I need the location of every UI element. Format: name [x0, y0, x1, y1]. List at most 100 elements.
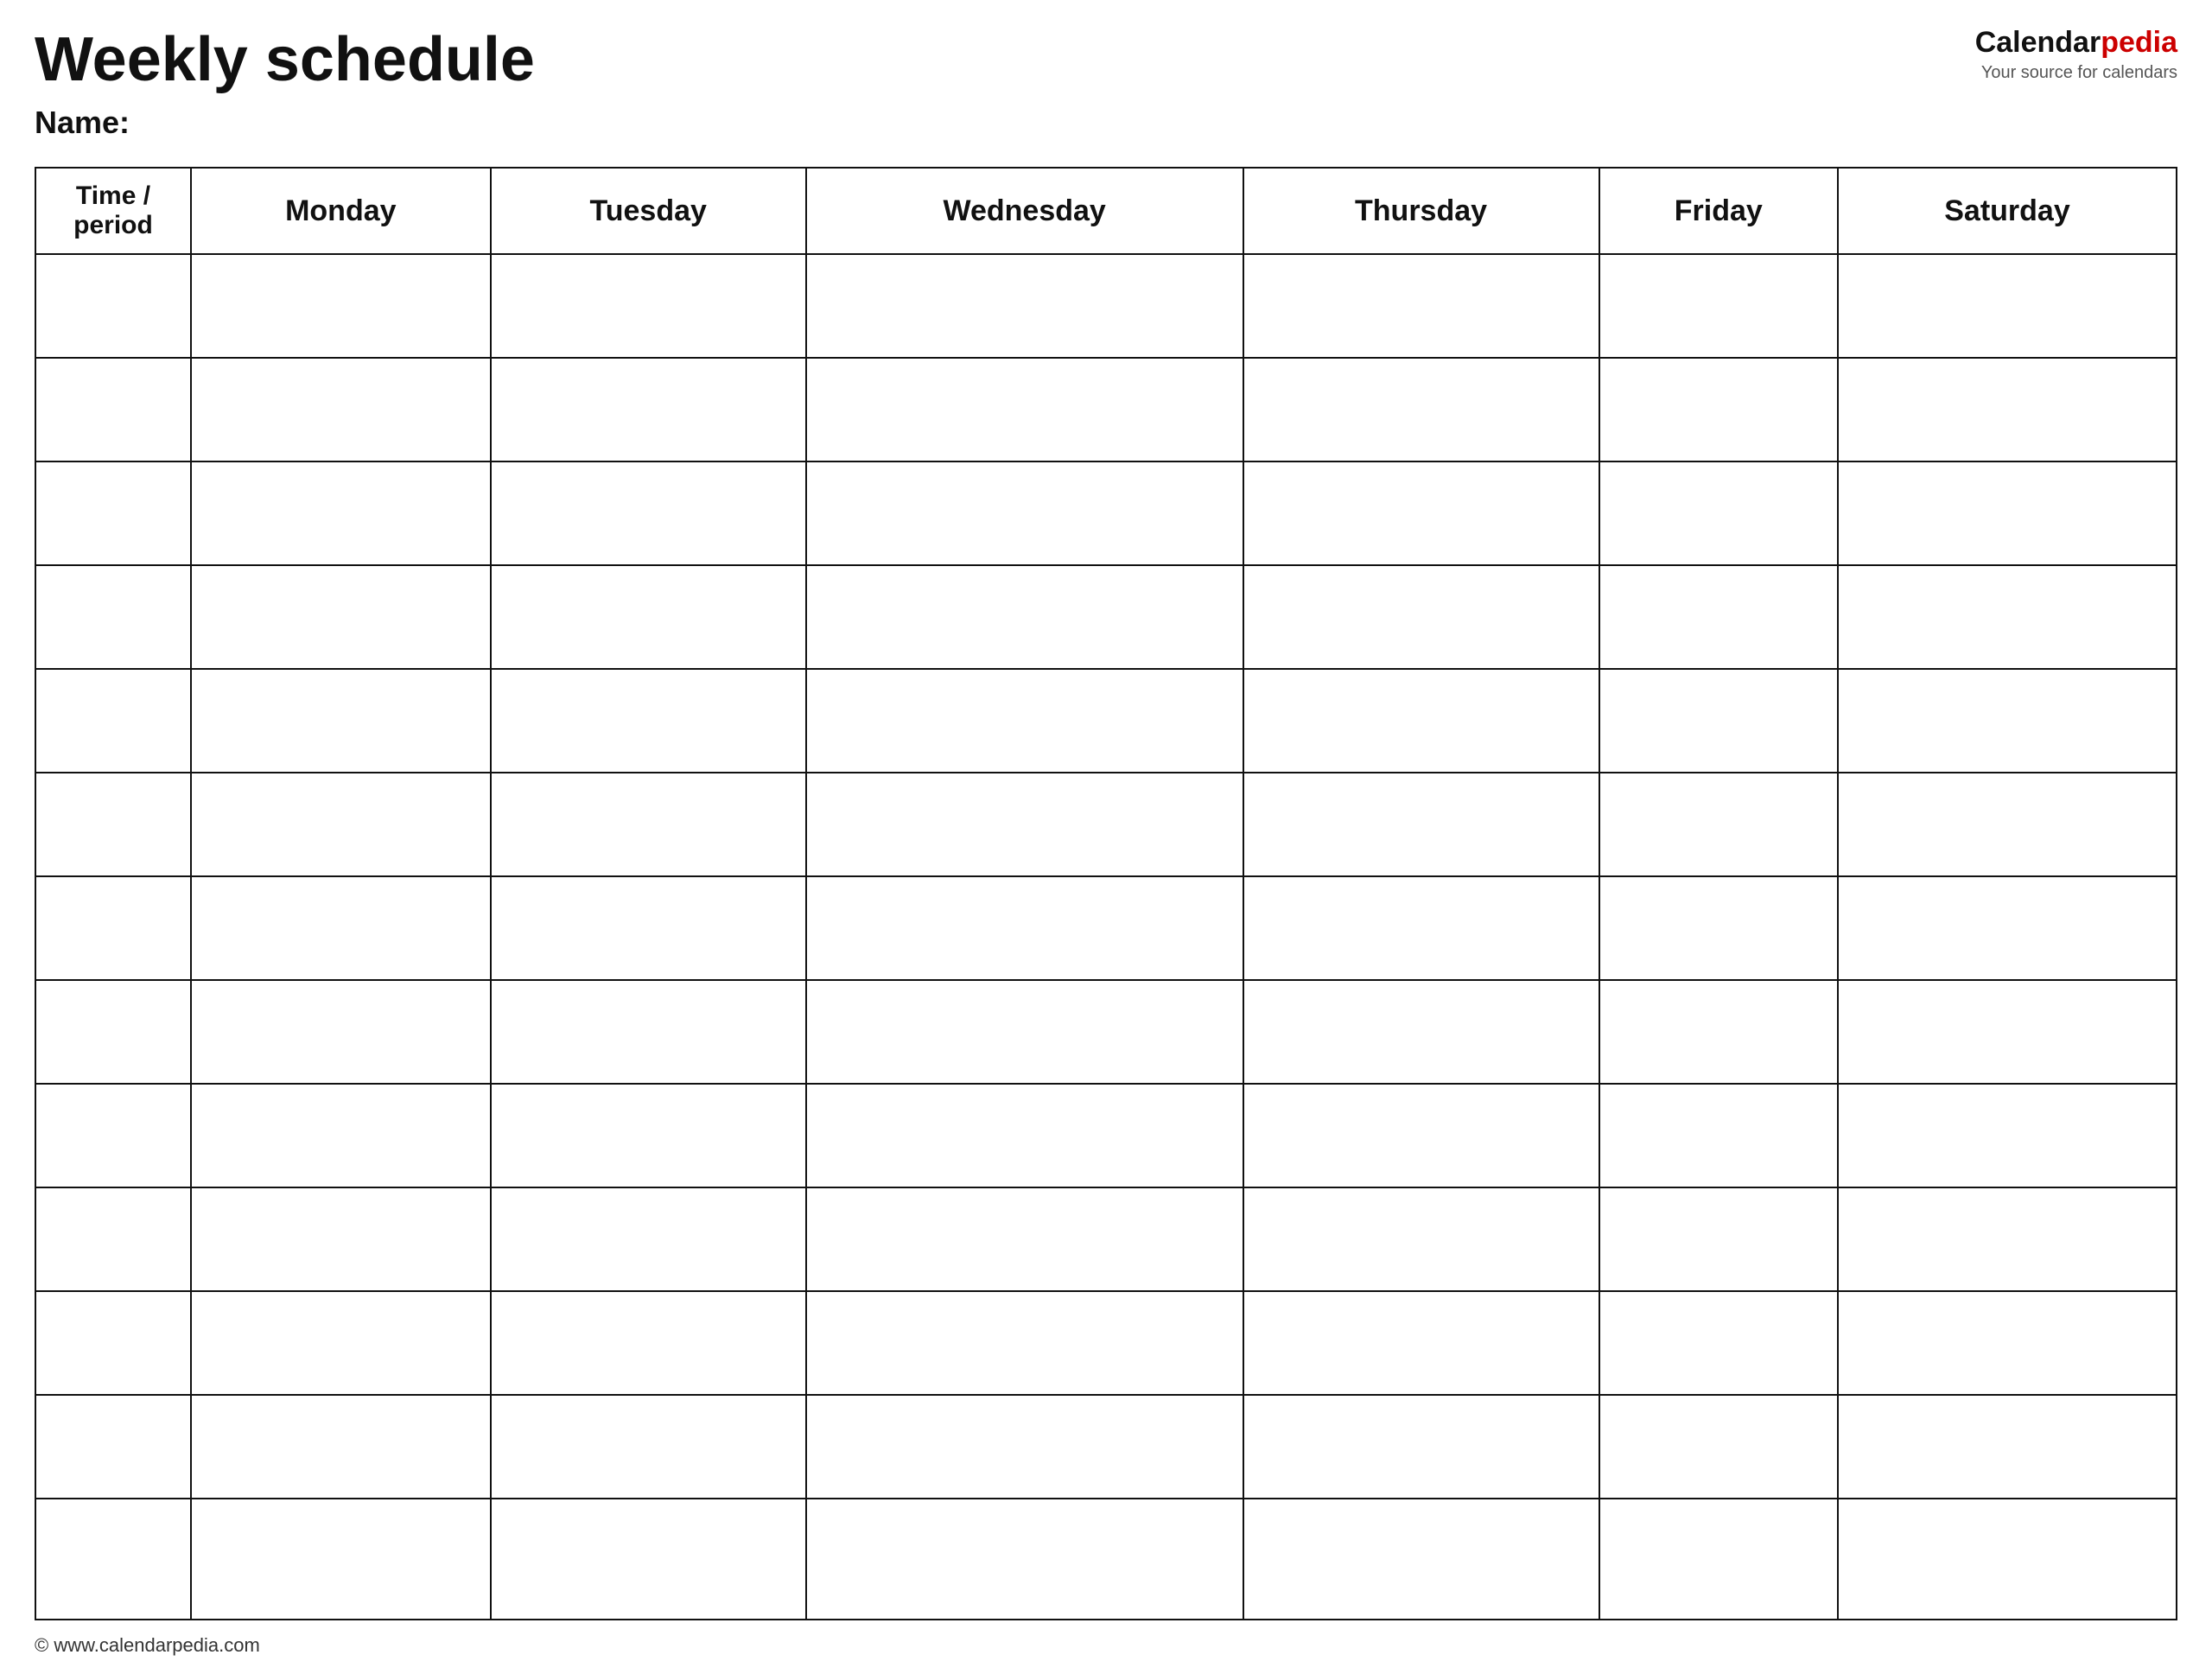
schedule-cell[interactable] [191, 254, 491, 358]
schedule-cell[interactable] [806, 773, 1243, 876]
table-row[interactable] [35, 1291, 2177, 1395]
schedule-cell[interactable] [1838, 565, 2177, 669]
time-cell[interactable] [35, 358, 191, 461]
schedule-cell[interactable] [1243, 669, 1599, 773]
schedule-cell[interactable] [1599, 1499, 1838, 1620]
schedule-cell[interactable] [191, 1395, 491, 1499]
schedule-cell[interactable] [191, 876, 491, 980]
table-row[interactable] [35, 1499, 2177, 1620]
table-row[interactable] [35, 876, 2177, 980]
time-cell[interactable] [35, 1084, 191, 1187]
schedule-cell[interactable] [806, 1291, 1243, 1395]
schedule-cell[interactable] [806, 876, 1243, 980]
schedule-cell[interactable] [806, 1084, 1243, 1187]
schedule-cell[interactable] [491, 1395, 806, 1499]
schedule-cell[interactable] [806, 669, 1243, 773]
schedule-cell[interactable] [1838, 773, 2177, 876]
time-cell[interactable] [35, 565, 191, 669]
table-row[interactable] [35, 254, 2177, 358]
schedule-cell[interactable] [191, 461, 491, 565]
schedule-cell[interactable] [491, 1084, 806, 1187]
schedule-cell[interactable] [191, 980, 491, 1084]
schedule-cell[interactable] [1243, 358, 1599, 461]
schedule-cell[interactable] [1243, 1291, 1599, 1395]
time-cell[interactable] [35, 461, 191, 565]
time-cell[interactable] [35, 1187, 191, 1291]
schedule-cell[interactable] [1599, 461, 1838, 565]
time-cell[interactable] [35, 254, 191, 358]
schedule-cell[interactable] [1599, 1187, 1838, 1291]
schedule-cell[interactable] [1599, 1291, 1838, 1395]
time-cell[interactable] [35, 980, 191, 1084]
schedule-cell[interactable] [191, 565, 491, 669]
table-row[interactable] [35, 773, 2177, 876]
schedule-cell[interactable] [1838, 669, 2177, 773]
schedule-cell[interactable] [491, 773, 806, 876]
schedule-cell[interactable] [806, 461, 1243, 565]
schedule-cell[interactable] [806, 1395, 1243, 1499]
schedule-cell[interactable] [1243, 773, 1599, 876]
schedule-cell[interactable] [1243, 1499, 1599, 1620]
schedule-cell[interactable] [491, 254, 806, 358]
schedule-cell[interactable] [806, 1187, 1243, 1291]
schedule-cell[interactable] [491, 1499, 806, 1620]
table-row[interactable] [35, 461, 2177, 565]
schedule-cell[interactable] [191, 1291, 491, 1395]
schedule-cell[interactable] [1838, 1084, 2177, 1187]
time-cell[interactable] [35, 773, 191, 876]
schedule-cell[interactable] [1838, 1187, 2177, 1291]
schedule-cell[interactable] [1838, 1395, 2177, 1499]
schedule-cell[interactable] [1599, 773, 1838, 876]
schedule-cell[interactable] [491, 565, 806, 669]
schedule-cell[interactable] [491, 1187, 806, 1291]
schedule-cell[interactable] [191, 1499, 491, 1620]
schedule-cell[interactable] [1243, 980, 1599, 1084]
schedule-cell[interactable] [1599, 980, 1838, 1084]
schedule-cell[interactable] [191, 669, 491, 773]
time-cell[interactable] [35, 1395, 191, 1499]
schedule-cell[interactable] [1838, 1499, 2177, 1620]
schedule-cell[interactable] [491, 669, 806, 773]
table-row[interactable] [35, 1084, 2177, 1187]
schedule-cell[interactable] [806, 254, 1243, 358]
schedule-cell[interactable] [491, 358, 806, 461]
schedule-cell[interactable] [806, 1499, 1243, 1620]
schedule-cell[interactable] [191, 773, 491, 876]
schedule-cell[interactable] [1599, 876, 1838, 980]
schedule-cell[interactable] [491, 461, 806, 565]
schedule-cell[interactable] [806, 980, 1243, 1084]
schedule-cell[interactable] [491, 1291, 806, 1395]
schedule-cell[interactable] [491, 980, 806, 1084]
schedule-cell[interactable] [1599, 1084, 1838, 1187]
schedule-cell[interactable] [491, 876, 806, 980]
schedule-cell[interactable] [1838, 461, 2177, 565]
schedule-cell[interactable] [1243, 876, 1599, 980]
schedule-cell[interactable] [1243, 565, 1599, 669]
table-row[interactable] [35, 1395, 2177, 1499]
schedule-cell[interactable] [191, 1187, 491, 1291]
time-cell[interactable] [35, 669, 191, 773]
schedule-cell[interactable] [1838, 1291, 2177, 1395]
table-row[interactable] [35, 669, 2177, 773]
table-row[interactable] [35, 1187, 2177, 1291]
schedule-cell[interactable] [1243, 1084, 1599, 1187]
schedule-cell[interactable] [1838, 254, 2177, 358]
schedule-cell[interactable] [191, 1084, 491, 1187]
schedule-cell[interactable] [1599, 565, 1838, 669]
schedule-cell[interactable] [191, 358, 491, 461]
schedule-cell[interactable] [1243, 1187, 1599, 1291]
schedule-cell[interactable] [806, 565, 1243, 669]
schedule-cell[interactable] [1243, 254, 1599, 358]
schedule-cell[interactable] [1838, 980, 2177, 1084]
time-cell[interactable] [35, 1291, 191, 1395]
schedule-cell[interactable] [1599, 254, 1838, 358]
schedule-cell[interactable] [1243, 461, 1599, 565]
table-row[interactable] [35, 980, 2177, 1084]
schedule-cell[interactable] [806, 358, 1243, 461]
schedule-cell[interactable] [1243, 1395, 1599, 1499]
schedule-cell[interactable] [1599, 1395, 1838, 1499]
schedule-cell[interactable] [1838, 876, 2177, 980]
schedule-cell[interactable] [1838, 358, 2177, 461]
table-row[interactable] [35, 358, 2177, 461]
time-cell[interactable] [35, 1499, 191, 1620]
